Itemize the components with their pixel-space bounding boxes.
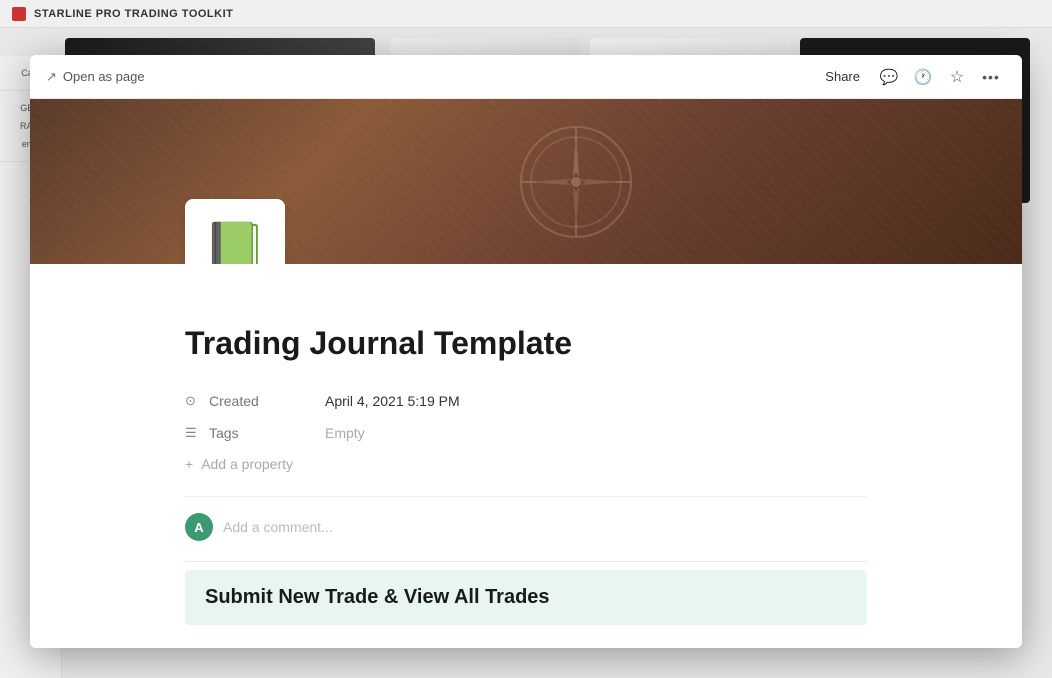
created-property-row: ⊙ Created April 4, 2021 5:19 PM: [185, 386, 867, 416]
avatar: A: [185, 513, 213, 541]
open-as-page-label: Open as page: [63, 69, 145, 84]
avatar-letter: A: [194, 520, 203, 535]
hero-image: 📗: [30, 99, 1022, 264]
star-button[interactable]: ☆: [942, 62, 972, 92]
content-block-title[interactable]: Submit New Trade & View All Trades: [205, 586, 847, 609]
tags-property-row: ☰ Tags Empty: [185, 418, 867, 448]
created-value[interactable]: April 4, 2021 5:19 PM: [325, 393, 867, 409]
comment-icon: 💬: [880, 68, 899, 86]
tags-value[interactable]: Empty: [325, 425, 867, 441]
content-block-teal[interactable]: Submit New Trade & View All Trades: [185, 570, 867, 625]
add-property-label: Add a property: [201, 456, 293, 472]
created-label: Created: [209, 393, 259, 409]
open-as-page-button[interactable]: ↗ Open as page: [46, 69, 145, 85]
top-bar: STARLINE PRO TRADING TOOLKIT: [0, 0, 1052, 28]
app-icon: [12, 7, 26, 21]
modal: ↗ Open as page Share 💬 🕐 ☆ •••: [30, 55, 1022, 648]
compass-decoration: [516, 122, 636, 242]
share-button[interactable]: Share: [815, 65, 870, 88]
history-icon: 🕐: [914, 68, 933, 86]
page-icon-wrapper: 📗: [185, 199, 285, 264]
app-title: STARLINE PRO TRADING TOOLKIT: [34, 8, 233, 20]
list-icon: ☰: [185, 425, 201, 441]
created-label-group: ⊙ Created: [185, 393, 325, 409]
more-icon: •••: [982, 69, 1000, 85]
modal-content[interactable]: Trading Journal Template ⊙ Created April…: [30, 264, 1022, 648]
comment-input[interactable]: Add a comment...: [223, 515, 867, 539]
comment-button[interactable]: 💬: [874, 62, 904, 92]
modal-toolbar: ↗ Open as page Share 💬 🕐 ☆ •••: [30, 55, 1022, 99]
tags-label: Tags: [209, 425, 239, 441]
history-button[interactable]: 🕐: [908, 62, 938, 92]
star-icon: ☆: [950, 67, 964, 87]
toolbar-right-actions: Share 💬 🕐 ☆ •••: [815, 62, 1006, 92]
icon-spacer: [185, 264, 867, 324]
comment-placeholder: Add a comment...: [223, 519, 333, 535]
properties-section: ⊙ Created April 4, 2021 5:19 PM ☰ Tags E…: [185, 386, 867, 476]
section-divider: [185, 561, 867, 562]
more-options-button[interactable]: •••: [976, 62, 1006, 92]
add-property-button[interactable]: + Add a property: [185, 452, 867, 476]
page-title[interactable]: Trading Journal Template: [185, 324, 867, 362]
tags-label-group: ☰ Tags: [185, 425, 325, 441]
comment-section: A Add a comment...: [185, 496, 867, 541]
clock-icon: ⊙: [185, 393, 201, 409]
page-icon: 📗: [203, 219, 268, 265]
add-property-plus-icon: +: [185, 456, 193, 472]
open-page-icon: ↗: [46, 69, 57, 85]
